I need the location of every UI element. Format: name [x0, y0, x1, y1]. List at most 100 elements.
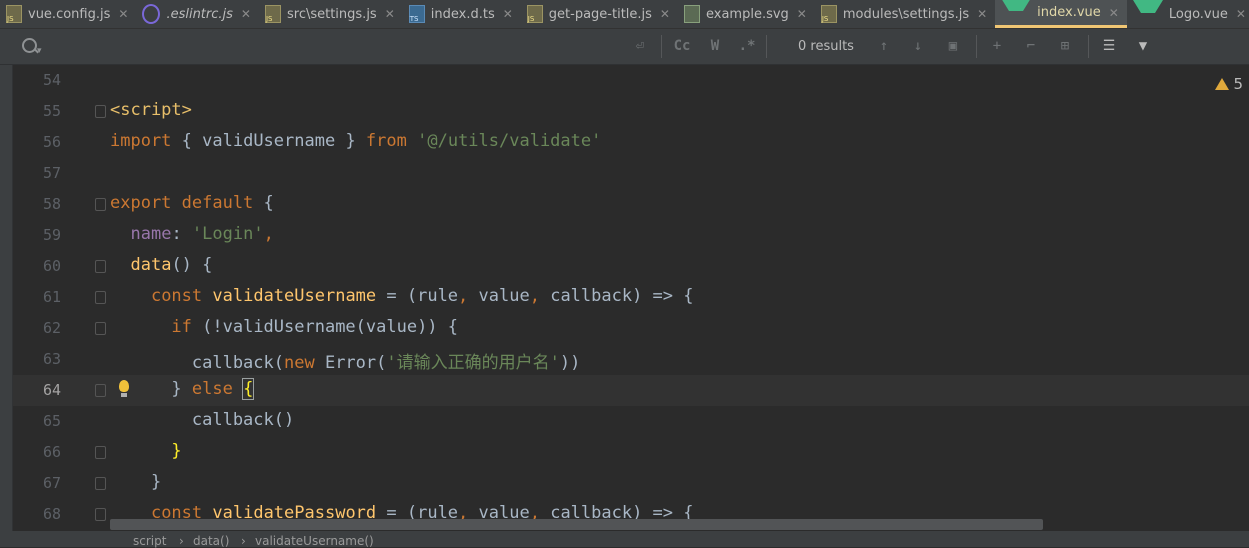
filter-options-icon[interactable]: ☰ [1098, 35, 1120, 57]
code-editor[interactable]: 54 55 <script> 56 import { validUsername… [13, 65, 1249, 547]
code-line: 59 name: 'Login', [13, 220, 1249, 251]
code-text: } [110, 472, 162, 492]
line-number: 59 [42, 226, 61, 244]
close-icon[interactable]: ✕ [118, 7, 128, 21]
fold-marker-icon[interactable] [95, 446, 106, 459]
js-file-icon [6, 5, 22, 23]
code-text: export default { [110, 193, 274, 213]
match-case-button[interactable]: Cc [670, 35, 694, 57]
tab-get-page-title[interactable]: get-page-title.js ✕ [521, 0, 678, 28]
code-text: callback() [110, 410, 295, 430]
editor-tab-bar: vue.config.js ✕ .eslintrc.js ✕ src\setti… [0, 0, 1249, 29]
tab-index-vue[interactable]: index.vue ✕ [995, 0, 1127, 28]
breadcrumb-item[interactable]: data() [193, 534, 229, 548]
close-icon[interactable]: ✕ [1109, 6, 1119, 20]
tab-src-settings[interactable]: src\settings.js ✕ [259, 0, 403, 28]
horizontal-scrollbar[interactable] [110, 519, 1043, 530]
tab-index-d-ts[interactable]: index.d.ts ✕ [403, 0, 521, 28]
fold-marker-icon[interactable] [95, 291, 106, 304]
close-icon[interactable]: ✕ [503, 7, 513, 21]
code-text: data() { [130, 255, 213, 275]
code-line: 58 export default { [13, 189, 1249, 220]
code-line: 57 [13, 158, 1249, 189]
select-all-matches-icon[interactable]: ⊞ [1054, 35, 1076, 57]
tab-example-svg[interactable]: example.svg ✕ [678, 0, 815, 28]
js-file-icon [264, 5, 281, 23]
line-number: 60 [42, 257, 61, 275]
breadcrumb-item[interactable]: validateUsername() [255, 534, 374, 548]
select-all-occurrences-icon[interactable]: ▣ [943, 35, 963, 57]
tab-vue-config[interactable]: vue.config.js ✕ [0, 0, 136, 28]
code-text: name: 'Login', [130, 224, 274, 244]
tab-label: Logo.vue [1168, 6, 1228, 22]
tab-label: index.vue [1037, 5, 1101, 20]
line-number: 54 [42, 71, 61, 89]
close-icon[interactable]: ✕ [1236, 7, 1246, 21]
fold-marker-icon[interactable] [95, 322, 106, 335]
fold-marker-icon[interactable] [95, 384, 106, 397]
chevron-down-icon[interactable]: ▾ [37, 46, 42, 56]
separator [661, 35, 662, 58]
code-line: 55 <script> [13, 96, 1249, 127]
close-icon[interactable]: ✕ [977, 7, 987, 21]
code-line: 63 callback(new Error('请输入正确的用户名')) [13, 344, 1249, 375]
add-occurrence-icon[interactable]: + [986, 35, 1008, 57]
code-text: } else { [110, 378, 255, 400]
close-icon[interactable]: ✕ [241, 7, 251, 21]
regex-button[interactable]: .* [736, 35, 758, 57]
fold-marker-icon[interactable] [95, 198, 106, 211]
js-file-icon [526, 5, 543, 23]
js-file-icon [820, 5, 837, 23]
filter-icon[interactable]: ▼ [1132, 35, 1154, 57]
ts-file-icon [408, 5, 425, 23]
code-text: const validateUsername = (rule, value, c… [150, 286, 694, 306]
separator [976, 35, 977, 58]
warning-count: 5 [1233, 75, 1243, 93]
separator [766, 35, 767, 58]
warning-icon [1215, 78, 1230, 90]
line-number: 56 [42, 133, 61, 151]
line-number: 58 [42, 195, 61, 213]
close-icon[interactable]: ✕ [660, 7, 670, 21]
code-line: 61 const validateUsername = (rule, value… [13, 282, 1249, 313]
svg-file-icon [683, 5, 700, 23]
vue-file-icon [1132, 0, 1163, 28]
line-number: 55 [42, 102, 61, 120]
fold-marker-icon[interactable] [95, 105, 106, 118]
search-icon[interactable] [22, 38, 37, 53]
fold-marker-icon[interactable] [95, 260, 106, 273]
close-icon[interactable]: ✕ [385, 7, 395, 21]
search-results-count: 0 results [798, 39, 854, 54]
arrow-up-icon[interactable]: ↑ [874, 35, 894, 57]
tab-label: index.d.ts [430, 6, 495, 22]
new-line-icon[interactable]: ⏎ [630, 35, 650, 57]
code-line-current: 64 } else { [13, 375, 1249, 406]
line-number: 62 [42, 319, 61, 337]
line-number: 63 [42, 350, 61, 368]
fold-marker-icon[interactable] [95, 508, 106, 521]
line-number: 65 [42, 412, 61, 430]
tab-logo-vue[interactable]: Logo.vue ✕ [1127, 0, 1249, 28]
left-tool-strip [0, 65, 13, 547]
breadcrumb-item[interactable]: script [133, 534, 166, 548]
code-line: 54 [13, 65, 1249, 96]
fold-marker-icon[interactable] [95, 477, 106, 490]
line-number: 66 [42, 443, 61, 461]
breadcrumb-separator: › [179, 534, 184, 548]
code-text: <script> [110, 100, 192, 120]
eslint-file-icon [142, 4, 161, 24]
code-text: callback(new Error('请输入正确的用户名')) [110, 353, 581, 373]
code-line: 62 if (!validUsername(value)) { [13, 313, 1249, 344]
line-number: 68 [42, 505, 61, 523]
code-line: 66 } [13, 437, 1249, 468]
close-icon[interactable]: ✕ [797, 7, 807, 21]
code-text: import { validUsername } from '@/utils/v… [110, 131, 602, 151]
tab-eslintrc[interactable]: .eslintrc.js ✕ [136, 0, 259, 28]
tab-label: vue.config.js [28, 6, 111, 22]
inspection-warnings-widget[interactable]: 5 [1215, 75, 1243, 93]
words-button[interactable]: W [704, 35, 726, 57]
arrow-down-icon[interactable]: ↓ [908, 35, 928, 57]
remove-occurrence-icon[interactable]: ⌐ [1020, 35, 1042, 57]
code-text: } [171, 441, 182, 461]
tab-modules-settings[interactable]: modules\settings.js ✕ [815, 0, 995, 28]
